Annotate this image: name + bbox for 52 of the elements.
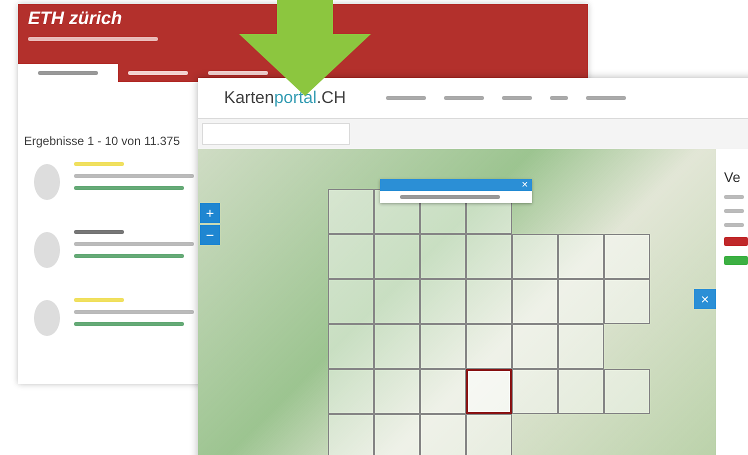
map-tile[interactable]	[512, 369, 558, 414]
search-field[interactable]	[202, 123, 350, 145]
map-tile[interactable]	[374, 369, 420, 414]
thumbnail-circle	[34, 232, 60, 268]
nav-link-bar[interactable]	[586, 96, 626, 100]
map[interactable]: + − × ×	[198, 149, 716, 455]
logo-text: .CH	[316, 88, 346, 107]
zoom-out-button[interactable]: −	[200, 225, 220, 245]
map-tile[interactable]	[374, 324, 420, 369]
map-tile[interactable]	[420, 324, 466, 369]
map-tile[interactable]	[328, 324, 374, 369]
close-button[interactable]: ×	[694, 289, 716, 309]
map-tile[interactable]	[374, 414, 420, 455]
nav-link-bar[interactable]	[386, 96, 426, 100]
map-tile[interactable]	[466, 279, 512, 324]
map-tile[interactable]	[328, 189, 374, 234]
map-tile[interactable]	[328, 279, 374, 324]
map-tile[interactable]	[374, 279, 420, 324]
zoom-in-button[interactable]: +	[200, 203, 220, 223]
panel-heading: Ve	[724, 169, 742, 185]
map-tile[interactable]	[558, 234, 604, 279]
map-tile[interactable]	[328, 234, 374, 279]
map-tile[interactable]	[420, 279, 466, 324]
map-tile[interactable]	[558, 369, 604, 414]
map-tile[interactable]	[466, 369, 512, 414]
map-tile[interactable]	[512, 279, 558, 324]
map-tile[interactable]	[466, 324, 512, 369]
nav-link-bar[interactable]	[502, 96, 532, 100]
map-tile[interactable]	[512, 234, 558, 279]
map-tile[interactable]	[512, 324, 558, 369]
close-button[interactable]: ×	[522, 180, 528, 190]
map-tile[interactable]	[604, 234, 650, 279]
map-tile[interactable]	[420, 414, 466, 455]
nav-link-bar[interactable]	[444, 96, 484, 100]
map-tile[interactable]	[420, 234, 466, 279]
logo-text: portal	[274, 88, 317, 107]
map-tile[interactable]	[420, 369, 466, 414]
nav-link-bar[interactable]	[550, 96, 568, 100]
eth-logo: ETH zürich	[28, 8, 124, 29]
thumbnail-circle	[34, 300, 60, 336]
map-tile[interactable]	[374, 234, 420, 279]
thumbnail-circle	[34, 164, 60, 200]
map-tile[interactable]	[558, 279, 604, 324]
map-tile[interactable]	[466, 234, 512, 279]
map-tile[interactable]	[328, 414, 374, 455]
map-tile[interactable]	[558, 324, 604, 369]
logo-text: Karten	[224, 88, 274, 107]
map-tile[interactable]	[466, 414, 512, 455]
map-tile[interactable]	[328, 369, 374, 414]
results-heading: Ergebnisse 1 - 10 von 11.375	[24, 134, 180, 148]
map-tile[interactable]	[604, 369, 650, 414]
map-tile[interactable]	[604, 279, 650, 324]
